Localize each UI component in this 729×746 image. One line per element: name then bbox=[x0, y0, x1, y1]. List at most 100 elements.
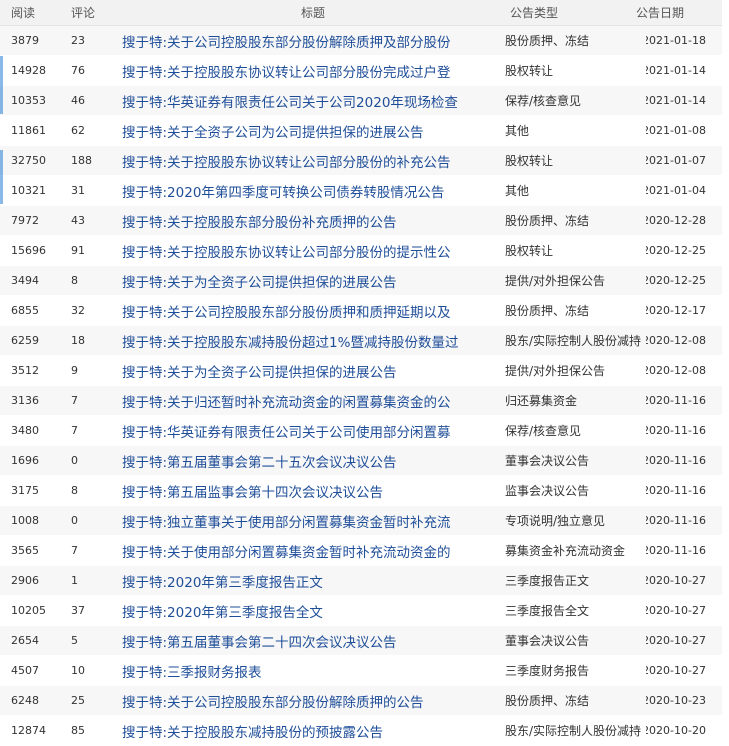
announcement-title-link[interactable]: 搜于特:华英证券有限责任公司关于公司使用部分闲置募 bbox=[122, 416, 468, 445]
comment-count: 23 bbox=[71, 34, 85, 47]
announcement-title-link[interactable]: 搜于特:关于控股股东协议转让公司部分股份完成过户登 bbox=[122, 56, 468, 85]
table-row: 6259 18 搜于特:关于控股股东减持股份超过1%暨减持股份数量过 股东/实际控制人… bbox=[0, 326, 729, 356]
announcement-title-link[interactable]: 搜于特:华英证券有限责任公司关于公司2020年现场检查 bbox=[122, 86, 468, 115]
read-count: 6248 bbox=[11, 694, 39, 707]
header-date[interactable]: 公告日期 bbox=[636, 0, 706, 25]
announcement-title-link[interactable]: 搜于特:第五届董事会第二十五次会议决议公告 bbox=[122, 446, 468, 475]
read-count: 10321 bbox=[11, 184, 46, 197]
comment-count: 188 bbox=[71, 154, 92, 167]
announcement-date: 2020-12-28 bbox=[646, 214, 706, 227]
read-count: 3175 bbox=[11, 484, 39, 497]
table-row: 12874 85 搜于特:关于控股股东减持股份的预披露公告 股东/实际控制人股份减持 2… bbox=[0, 716, 729, 746]
announcement-title-link[interactable]: 搜于特:关于为全资子公司提供担保的进展公告 bbox=[122, 356, 468, 385]
announcement-title-link[interactable]: 搜于特:第五届监事会第十四次会议决议公告 bbox=[122, 476, 468, 505]
comment-count: 5 bbox=[71, 634, 78, 647]
comment-count: 91 bbox=[71, 244, 85, 257]
announcement-date: 2021-01-14 bbox=[646, 64, 706, 77]
table-row: 32750 188 搜于特:关于控股股东协议转让公司部分股份的补充公告 股权转让 202… bbox=[0, 146, 729, 176]
header-type: 公告类型 bbox=[510, 6, 559, 20]
table-row: 1008 0 搜于特:独立董事关于使用部分闲置募集资金暂时补充流 专项说明/独立意见 2… bbox=[0, 506, 729, 536]
table-row: 6855 32 搜于特:关于公司控股股东部分股份质押和质押延期以及 股份质押、冻结 20… bbox=[0, 296, 729, 326]
read-count: 14928 bbox=[11, 64, 46, 77]
announcement-title-link[interactable]: 搜于特:关于公司控股股东部分股份解除质押及部分股份 bbox=[122, 26, 468, 55]
comment-count: 25 bbox=[71, 694, 85, 707]
comment-count: 7 bbox=[71, 544, 78, 557]
comment-count: 7 bbox=[71, 424, 78, 437]
announcement-date: 2020-11-16 bbox=[646, 514, 706, 527]
announcement-type: 募集资金补充流动资金 bbox=[505, 544, 626, 558]
table-row: 15696 91 搜于特:关于控股股东协议转让公司部分股份的提示性公 股权转让 2020… bbox=[0, 236, 729, 266]
announcement-title-link[interactable]: 搜于特:2020年第三季度报告全文 bbox=[122, 596, 468, 625]
announcement-type: 三季度报告全文 bbox=[505, 604, 590, 618]
announcement-title-link[interactable]: 搜于特:2020年第四季度可转换公司债券转股情况公告 bbox=[122, 176, 468, 205]
read-count: 3512 bbox=[11, 364, 39, 377]
announcement-title-link[interactable]: 搜于特:关于公司控股股东部分股份质押和质押延期以及 bbox=[122, 296, 468, 325]
comment-count: 7 bbox=[71, 394, 78, 407]
header-comment[interactable]: 评论 bbox=[71, 0, 116, 25]
comment-count: 0 bbox=[71, 514, 78, 527]
read-count: 11861 bbox=[11, 124, 46, 137]
announcement-title-link[interactable]: 搜于特:关于归还暂时补充流动资金的闲置募集资金的公 bbox=[122, 386, 468, 415]
table-row: 3879 23 搜于特:关于公司控股股东部分股份解除质押及部分股份 股份质押、冻结 20… bbox=[0, 26, 729, 56]
read-count: 3494 bbox=[11, 274, 39, 287]
read-count: 12874 bbox=[11, 724, 46, 737]
announcement-date: 2020-12-25 bbox=[646, 274, 706, 287]
announcement-type: 提供/对外担保公告 bbox=[505, 274, 606, 288]
announcement-type: 股东/实际控制人股份减持 bbox=[505, 724, 642, 738]
announcement-type: 股份质押、冻结 bbox=[505, 694, 590, 708]
table-row: 2906 1 搜于特:2020年第三季度报告正文 三季度报告正文 2020-10-27 bbox=[0, 566, 729, 596]
announcement-title-link[interactable]: 搜于特:关于公司控股股东部分股份解除质押的公告 bbox=[122, 686, 468, 715]
announcement-title-link[interactable]: 搜于特:独立董事关于使用部分闲置募集资金暂时补充流 bbox=[122, 506, 468, 535]
table-row: 3480 7 搜于特:华英证券有限责任公司关于公司使用部分闲置募 保荐/核查意见 202… bbox=[0, 416, 729, 446]
announcement-date: 2020-10-27 bbox=[646, 634, 706, 647]
read-count: 3136 bbox=[11, 394, 39, 407]
scroll-indicator bbox=[0, 150, 3, 204]
announcement-date: 2020-10-20 bbox=[646, 724, 706, 737]
announcement-date: 2020-10-27 bbox=[646, 604, 706, 617]
announcement-date: 2020-10-23 bbox=[646, 694, 706, 707]
table-row: 3494 8 搜于特:关于为全资子公司提供担保的进展公告 提供/对外担保公告 2020-… bbox=[0, 266, 729, 296]
announcement-date: 2020-11-16 bbox=[646, 424, 706, 437]
announcement-title-link[interactable]: 搜于特:关于控股股东减持股份的预披露公告 bbox=[122, 716, 468, 745]
comment-count: 62 bbox=[71, 124, 85, 137]
comment-count: 8 bbox=[71, 484, 78, 497]
announcement-title-link[interactable]: 搜于特:关于控股股东协议转让公司部分股份的提示性公 bbox=[122, 236, 468, 265]
announcement-title-link[interactable]: 搜于特:关于控股股东减持股份超过1%暨减持股份数量过 bbox=[122, 326, 468, 355]
comment-count: 76 bbox=[71, 64, 85, 77]
announcement-title-link[interactable]: 搜于特:关于使用部分闲置募集资金暂时补充流动资金的 bbox=[122, 536, 468, 565]
comment-count: 85 bbox=[71, 724, 85, 737]
announcement-type: 股权转让 bbox=[505, 64, 554, 78]
announcement-type: 提供/对外担保公告 bbox=[505, 364, 606, 378]
announcement-type: 股权转让 bbox=[505, 244, 554, 258]
announcement-type: 股份质押、冻结 bbox=[505, 34, 590, 48]
table-row: 10321 31 搜于特:2020年第四季度可转换公司债券转股情况公告 其他 2021-… bbox=[0, 176, 729, 206]
announcement-title-link[interactable]: 搜于特:关于控股股东部分股份补充质押的公告 bbox=[122, 206, 468, 235]
table-row: 10205 37 搜于特:2020年第三季度报告全文 三季度报告全文 2020-10-2… bbox=[0, 596, 729, 626]
announcement-date: 2020-10-27 bbox=[646, 664, 706, 677]
announcement-date: 2020-11-16 bbox=[646, 394, 706, 407]
header-read[interactable]: 阅读 bbox=[11, 0, 66, 25]
announcement-date: 2020-11-16 bbox=[646, 454, 706, 467]
read-count: 4507 bbox=[11, 664, 39, 677]
announcement-date: 2020-12-08 bbox=[646, 364, 706, 377]
comment-count: 46 bbox=[71, 94, 85, 107]
announcement-title-link[interactable]: 搜于特:2020年第三季度报告正文 bbox=[122, 566, 468, 595]
read-count: 6259 bbox=[11, 334, 39, 347]
announcement-type: 监事会决议公告 bbox=[505, 484, 590, 498]
announcement-type: 股东/实际控制人股份减持 bbox=[505, 334, 642, 348]
table-header: 阅读 评论 标题 公告类型 公告日期 bbox=[0, 0, 729, 26]
table-row: 10353 46 搜于特:华英证券有限责任公司关于公司2020年现场检查 保荐/核查意… bbox=[0, 86, 729, 116]
announcement-title-link[interactable]: 搜于特:关于全资子公司为公司提供担保的进展公告 bbox=[122, 116, 468, 145]
announcement-title-link[interactable]: 搜于特:关于为全资子公司提供担保的进展公告 bbox=[122, 266, 468, 295]
announcement-title-link[interactable]: 搜于特:关于控股股东协议转让公司部分股份的补充公告 bbox=[122, 146, 468, 175]
table-row: 7972 43 搜于特:关于控股股东部分股份补充质押的公告 股份质押、冻结 2020-1… bbox=[0, 206, 729, 236]
announcement-title-link[interactable]: 搜于特:第五届董事会第二十四次会议决议公告 bbox=[122, 626, 468, 655]
header-title: 标题 bbox=[300, 6, 325, 20]
read-count: 10205 bbox=[11, 604, 46, 617]
announcement-type: 股权转让 bbox=[505, 154, 554, 168]
table-row: 11861 62 搜于特:关于全资子公司为公司提供担保的进展公告 其他 2021-01-… bbox=[0, 116, 729, 146]
announcement-type: 股份质押、冻结 bbox=[505, 304, 590, 318]
table-row: 1696 0 搜于特:第五届董事会第二十五次会议决议公告 董事会决议公告 2020-11… bbox=[0, 446, 729, 476]
announcement-title-link[interactable]: 搜于特:三季报财务报表 bbox=[122, 656, 468, 685]
table-row: 3136 7 搜于特:关于归还暂时补充流动资金的闲置募集资金的公 归还募集资金 2020… bbox=[0, 386, 729, 416]
